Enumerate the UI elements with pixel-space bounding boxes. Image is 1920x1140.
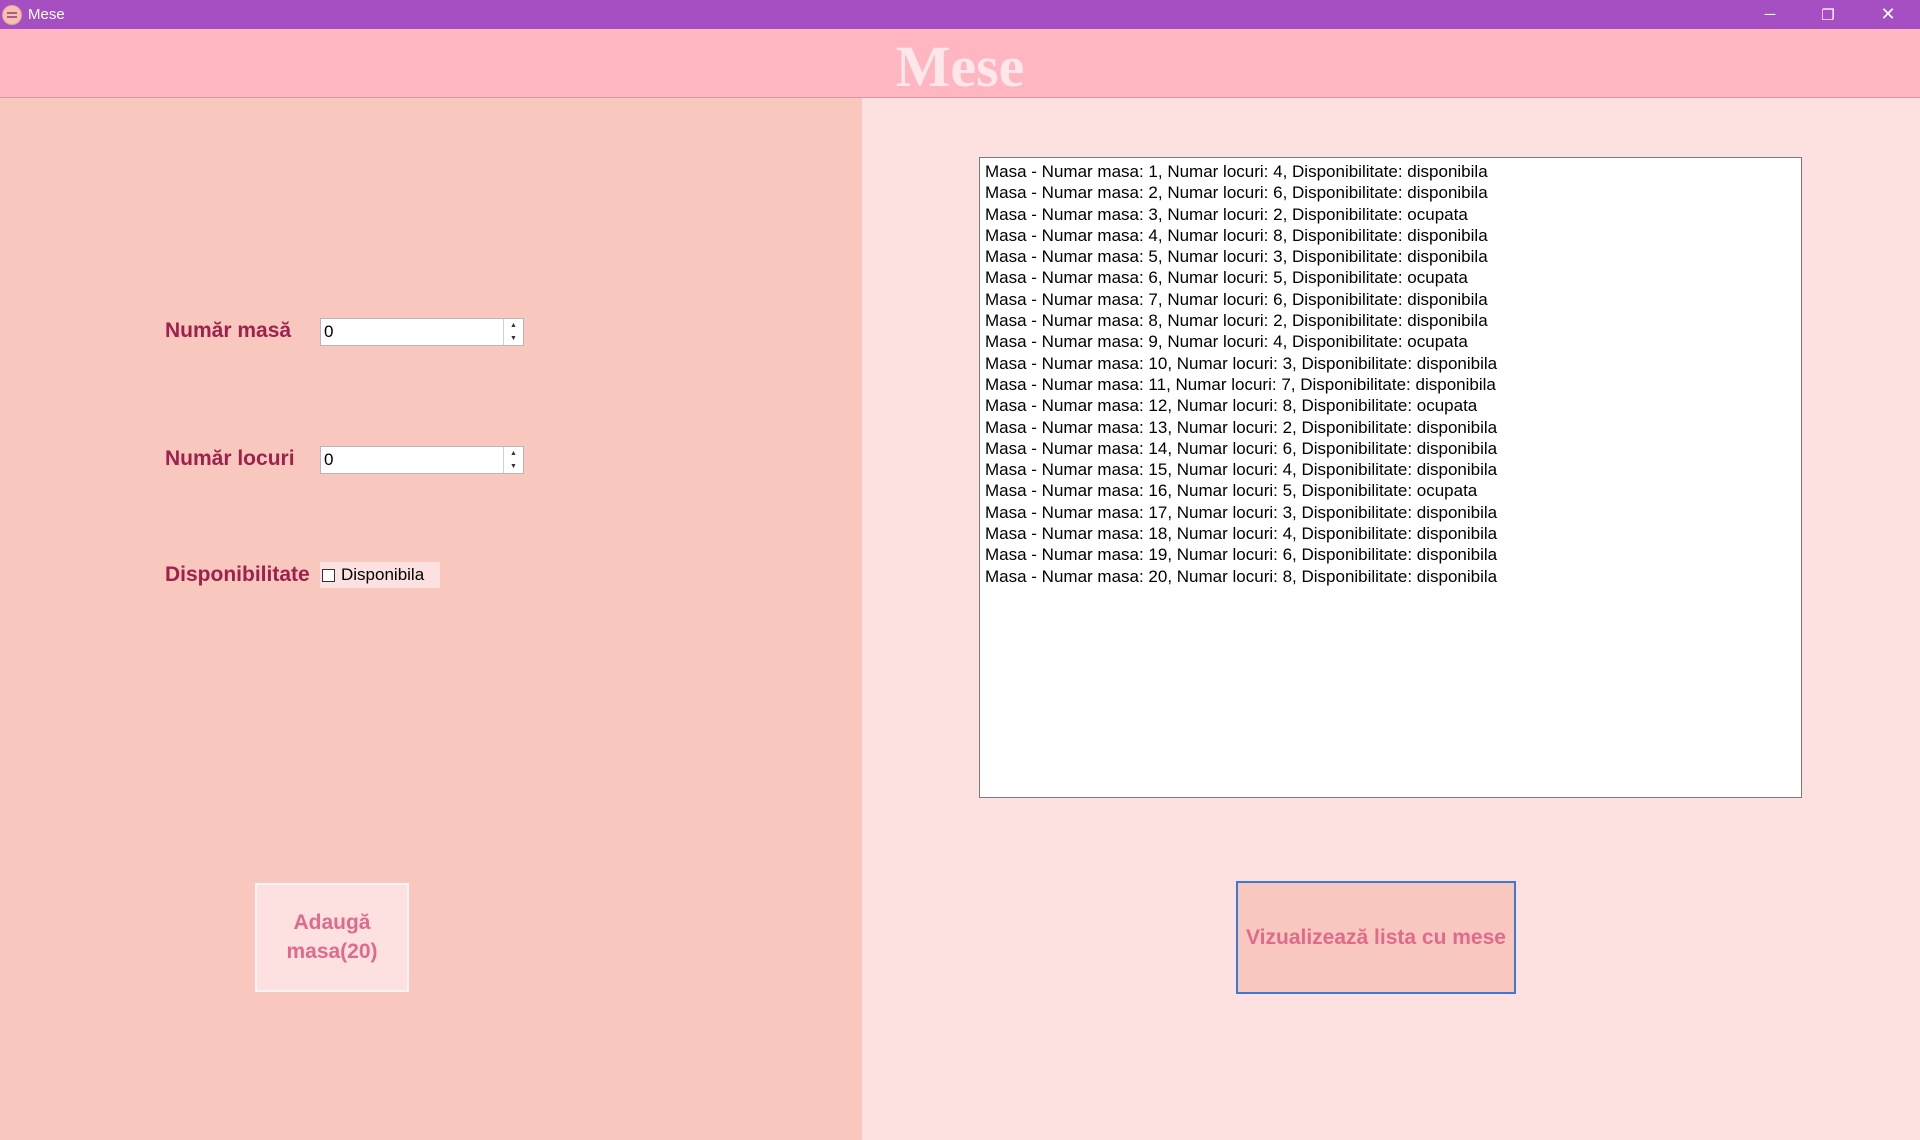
list-item[interactable]: Masa - Numar masa: 2, Numar locuri: 6, D… — [985, 182, 1801, 203]
table-number-label: Număr masă — [165, 319, 292, 342]
spin-down-icon[interactable]: ▼ — [504, 460, 523, 473]
list-item[interactable]: Masa - Numar masa: 5, Numar locuri: 3, D… — [985, 246, 1801, 267]
header-band: Mese — [0, 29, 1920, 99]
minimize-icon[interactable]: ─ — [1742, 0, 1798, 29]
list-item[interactable]: Masa - Numar masa: 17, Numar locuri: 3, … — [985, 502, 1801, 523]
table-number-stepper[interactable]: ▲ ▼ — [503, 319, 523, 345]
list-item[interactable]: Masa - Numar masa: 12, Numar locuri: 8, … — [985, 395, 1801, 416]
list-item[interactable]: Masa - Numar masa: 3, Numar locuri: 2, D… — [985, 204, 1801, 225]
seats-field[interactable] — [321, 447, 500, 473]
table-number-field[interactable] — [321, 319, 500, 345]
title-bar: Mese ─ ❐ ✕ — [0, 0, 1920, 29]
list-item[interactable]: Masa - Numar masa: 11, Numar locuri: 7, … — [985, 374, 1801, 395]
spin-down-icon[interactable]: ▼ — [504, 332, 523, 345]
table-number-input[interactable]: ▲ ▼ — [320, 318, 524, 346]
seats-label: Număr locuri — [165, 447, 295, 470]
list-item[interactable]: Masa - Numar masa: 18, Numar locuri: 4, … — [985, 523, 1801, 544]
list-item[interactable]: Masa - Numar masa: 15, Numar locuri: 4, … — [985, 459, 1801, 480]
tables-listbox[interactable]: Masa - Numar masa: 1, Numar locuri: 4, D… — [979, 157, 1802, 798]
list-item[interactable]: Masa - Numar masa: 1, Numar locuri: 4, D… — [985, 161, 1801, 182]
list-item[interactable]: Masa - Numar masa: 13, Numar locuri: 2, … — [985, 417, 1801, 438]
list-item[interactable]: Masa - Numar masa: 8, Numar locuri: 2, D… — [985, 310, 1801, 331]
list-item[interactable]: Masa - Numar masa: 20, Numar locuri: 8, … — [985, 566, 1801, 587]
availability-checkbox[interactable]: Disponibila — [320, 562, 440, 588]
spin-up-icon[interactable]: ▲ — [504, 319, 523, 332]
checkbox-icon[interactable] — [322, 568, 335, 582]
spin-up-icon[interactable]: ▲ — [504, 447, 523, 460]
view-tables-button[interactable]: Vizualizează lista cu mese — [1236, 881, 1516, 994]
seats-input[interactable]: ▲ ▼ — [320, 446, 524, 474]
list-item[interactable]: Masa - Numar masa: 19, Numar locuri: 6, … — [985, 544, 1801, 565]
add-table-button[interactable]: Adaugă masa(20) — [255, 883, 409, 992]
maximize-icon[interactable]: ❐ — [1800, 0, 1856, 29]
availability-label: Disponibilitate — [165, 563, 310, 586]
list-item[interactable]: Masa - Numar masa: 4, Numar locuri: 8, D… — [985, 225, 1801, 246]
list-item[interactable]: Masa - Numar masa: 7, Numar locuri: 6, D… — [985, 289, 1801, 310]
list-item[interactable]: Masa - Numar masa: 9, Numar locuri: 4, D… — [985, 331, 1801, 352]
seats-stepper[interactable]: ▲ ▼ — [503, 447, 523, 473]
close-icon[interactable]: ✕ — [1860, 0, 1916, 29]
form-panel — [0, 98, 862, 1140]
list-item[interactable]: Masa - Numar masa: 6, Numar locuri: 5, D… — [985, 267, 1801, 288]
app-icon — [2, 5, 22, 25]
availability-checkbox-label[interactable]: Disponibila — [341, 565, 424, 585]
list-item[interactable]: Masa - Numar masa: 10, Numar locuri: 3, … — [985, 353, 1801, 374]
list-item[interactable]: Masa - Numar masa: 16, Numar locuri: 5, … — [985, 480, 1801, 501]
page-title: Mese — [895, 34, 1025, 99]
list-item[interactable]: Masa - Numar masa: 14, Numar locuri: 6, … — [985, 438, 1801, 459]
window-title: Mese — [28, 6, 65, 23]
